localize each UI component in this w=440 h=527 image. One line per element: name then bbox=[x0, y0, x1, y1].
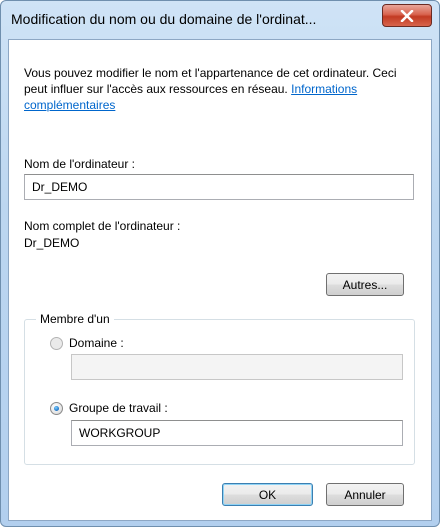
dialog-content: Vous pouvez modifier le nom et l'apparte… bbox=[8, 39, 432, 521]
ok-button[interactable]: OK bbox=[222, 483, 313, 506]
cancel-button-label: Annuler bbox=[344, 487, 386, 502]
more-button[interactable]: Autres... bbox=[326, 273, 404, 296]
close-button[interactable] bbox=[382, 4, 432, 27]
computer-name-label: Nom de l'ordinateur : bbox=[24, 157, 136, 171]
membership-legend: Membre d'un bbox=[36, 312, 114, 326]
title-bar[interactable]: Modification du nom ou du domaine de l'o… bbox=[1, 1, 439, 39]
domain-label: Domaine : bbox=[69, 336, 124, 350]
full-name-label: Nom complet de l'ordinateur : bbox=[24, 219, 181, 233]
domain-input[interactable] bbox=[71, 354, 403, 380]
workgroup-input[interactable] bbox=[71, 420, 403, 446]
workgroup-radio[interactable] bbox=[50, 402, 63, 415]
workgroup-label: Groupe de travail : bbox=[69, 401, 168, 415]
computer-name-input[interactable] bbox=[24, 174, 414, 200]
dialog-window: Modification du nom ou du domaine de l'o… bbox=[0, 0, 440, 527]
cancel-button[interactable]: Annuler bbox=[326, 483, 404, 506]
full-name-value: Dr_DEMO bbox=[24, 236, 80, 250]
domain-radio[interactable] bbox=[50, 337, 63, 350]
more-button-label: Autres... bbox=[342, 277, 388, 292]
window-title: Modification du nom ou du domaine de l'o… bbox=[11, 11, 317, 27]
ok-button-label: OK bbox=[258, 487, 277, 502]
intro-text: Vous pouvez modifier le nom et l'apparte… bbox=[24, 65, 404, 113]
close-icon bbox=[400, 9, 414, 22]
